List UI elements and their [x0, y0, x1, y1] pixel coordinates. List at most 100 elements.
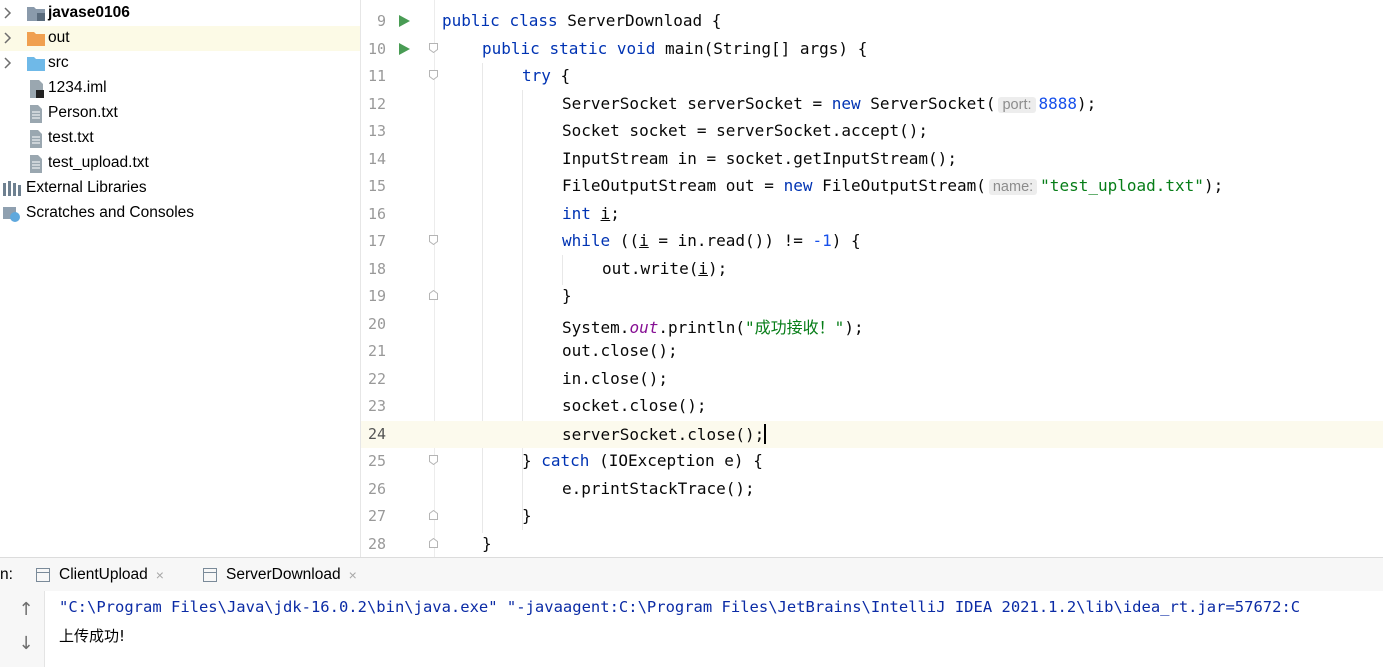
- tab-serverdownload[interactable]: ServerDownload ×: [203, 558, 357, 591]
- code-text: out.close();: [562, 341, 678, 360]
- tree-item-label: out: [48, 29, 70, 46]
- line-number: 18: [367, 259, 386, 278]
- param-hint: name:: [988, 179, 1038, 195]
- code-line: 15 FileOutputStream out = new FileOutput…: [361, 173, 1383, 201]
- code-line: 22 in.close();: [361, 366, 1383, 394]
- close-icon[interactable]: ×: [349, 567, 357, 583]
- fold-end-icon[interactable]: [429, 537, 438, 548]
- line-number: 24: [367, 424, 386, 443]
- code-line: 17 while ((i = in.read()) != -1) {: [361, 228, 1383, 256]
- code-text: try {: [522, 66, 571, 85]
- code-line: 25 } catch (IOException e) {: [361, 448, 1383, 476]
- tree-item-scratches-and-consoles[interactable]: Scratches and Consoles: [0, 201, 360, 226]
- line-number: 13: [367, 122, 386, 140]
- fold-icon[interactable]: [429, 235, 438, 245]
- run-tool-window-header: n: ClientUpload × ServerDownload ×: [0, 558, 1383, 591]
- line-number: 20: [367, 314, 386, 333]
- tree-item-test-upload-txt[interactable]: test_upload.txt: [0, 151, 360, 176]
- tree-item-label: Person.txt: [48, 104, 118, 121]
- orange-folder-icon: [27, 32, 45, 46]
- console-toolbar: ↑ ↓: [0, 591, 45, 667]
- line-number: 28: [367, 534, 386, 553]
- scroll-down-icon[interactable]: ↓: [17, 633, 35, 654]
- fold-end-icon[interactable]: [429, 290, 438, 300]
- code-text: while ((i = in.read()) != -1) {: [562, 231, 861, 250]
- console-icon: [203, 567, 217, 582]
- code-text: ServerSocket serverSocket = new ServerSo…: [562, 93, 1097, 113]
- code-line: 10 public static void main(String[] args…: [361, 36, 1383, 64]
- code-line: 20 System.out.println("成功接收！");: [361, 311, 1383, 339]
- code-line: 11 try {: [361, 63, 1383, 91]
- code-text: e.printStackTrace();: [562, 478, 755, 498]
- run-icon[interactable]: [399, 42, 410, 55]
- code-text: FileOutputStream out = new FileOutputStr…: [562, 176, 1224, 195]
- libraries-icon: [3, 181, 21, 196]
- code-text: in.close();: [562, 368, 668, 388]
- line-number: 22: [367, 369, 386, 388]
- tree-item-javase0106[interactable]: javase0106: [0, 1, 360, 26]
- console-output[interactable]: ↑ ↓ "C:\Program Files\Java\jdk-16.0.2\bi…: [0, 591, 1383, 667]
- line-number: 23: [367, 397, 386, 415]
- project-tree-panel: javase0106 out src 1234.iml Person.txt t…: [0, 0, 360, 557]
- code-line: 23 socket.close();: [361, 393, 1383, 421]
- code-line: 26 e.printStackTrace();: [361, 476, 1383, 504]
- code-line: 19 }: [361, 283, 1383, 311]
- scroll-up-icon[interactable]: ↑: [17, 599, 35, 620]
- close-icon[interactable]: ×: [156, 567, 164, 583]
- text-caret: [764, 423, 767, 444]
- line-number: 11: [367, 67, 386, 85]
- line-number: 12: [367, 94, 386, 113]
- code-editor[interactable]: 9 public class ServerDownload { 10 publi…: [361, 0, 1383, 557]
- code-line: 13 Socket socket = serverSocket.accept()…: [361, 118, 1383, 146]
- line-number: 21: [367, 342, 386, 360]
- tab-clientupload[interactable]: ClientUpload ×: [36, 558, 164, 591]
- tab-label: ServerDownload: [226, 565, 341, 583]
- console-icon: [36, 567, 50, 582]
- fold-end-icon[interactable]: [429, 510, 438, 520]
- line-number: 10: [367, 39, 386, 58]
- tree-item-src[interactable]: src: [0, 51, 360, 76]
- code-text: }: [482, 533, 492, 553]
- code-line: 12 ServerSocket serverSocket = new Serve…: [361, 91, 1383, 119]
- tree-item-test-txt[interactable]: test.txt: [0, 126, 360, 151]
- tree-item-out[interactable]: out: [0, 26, 360, 51]
- line-number: 27: [367, 507, 386, 525]
- tab-label: ClientUpload: [59, 565, 148, 583]
- tree-item-label: Scratches and Consoles: [26, 204, 195, 221]
- chevron-right-icon[interactable]: [3, 31, 13, 45]
- tree-item-1234-iml[interactable]: 1234.iml: [0, 76, 360, 101]
- code-text: Socket socket = serverSocket.accept();: [562, 121, 929, 140]
- tree-item-external-libraries[interactable]: External Libraries: [0, 176, 360, 201]
- run-icon[interactable]: [399, 15, 410, 27]
- tree-item-person-txt[interactable]: Person.txt: [0, 101, 360, 126]
- code-text: }: [562, 286, 572, 305]
- code-line: 16 int i;: [361, 201, 1383, 229]
- line-number: 14: [367, 149, 386, 168]
- code-text: } catch (IOException e) {: [522, 451, 763, 470]
- code-line: 14 InputStream in = socket.getInputStrea…: [361, 146, 1383, 174]
- code-line: 18 out.write(i);: [361, 256, 1383, 284]
- code-line: 21 out.close();: [361, 338, 1383, 366]
- iml-file-icon: [30, 80, 44, 98]
- chevron-right-icon[interactable]: [3, 6, 13, 20]
- code-text: serverSocket.close();: [562, 423, 767, 444]
- fold-icon[interactable]: [429, 70, 438, 80]
- code-text: public static void main(String[] args) {: [482, 38, 868, 58]
- line-number: 25: [367, 452, 386, 470]
- scratches-icon: [3, 207, 20, 222]
- line-number: 26: [367, 479, 386, 498]
- fold-icon[interactable]: [429, 455, 438, 465]
- console-command-line: "C:\Program Files\Java\jdk-16.0.2\bin\ja…: [59, 598, 1301, 616]
- tree-item-label: javase0106: [48, 4, 130, 21]
- fold-icon[interactable]: [429, 42, 438, 53]
- tree-item-label: test.txt: [48, 129, 94, 146]
- tree-item-label: External Libraries: [26, 179, 147, 196]
- chevron-right-icon[interactable]: [3, 56, 13, 70]
- line-number: 17: [367, 232, 386, 250]
- code-line: 9 public class ServerDownload {: [361, 8, 1383, 36]
- param-hint: port:: [998, 96, 1036, 113]
- line-number: 19: [367, 287, 386, 305]
- console-output-line: 上传成功!: [59, 627, 126, 645]
- line-number: 15: [367, 177, 386, 195]
- code-text: public class ServerDownload {: [442, 11, 722, 30]
